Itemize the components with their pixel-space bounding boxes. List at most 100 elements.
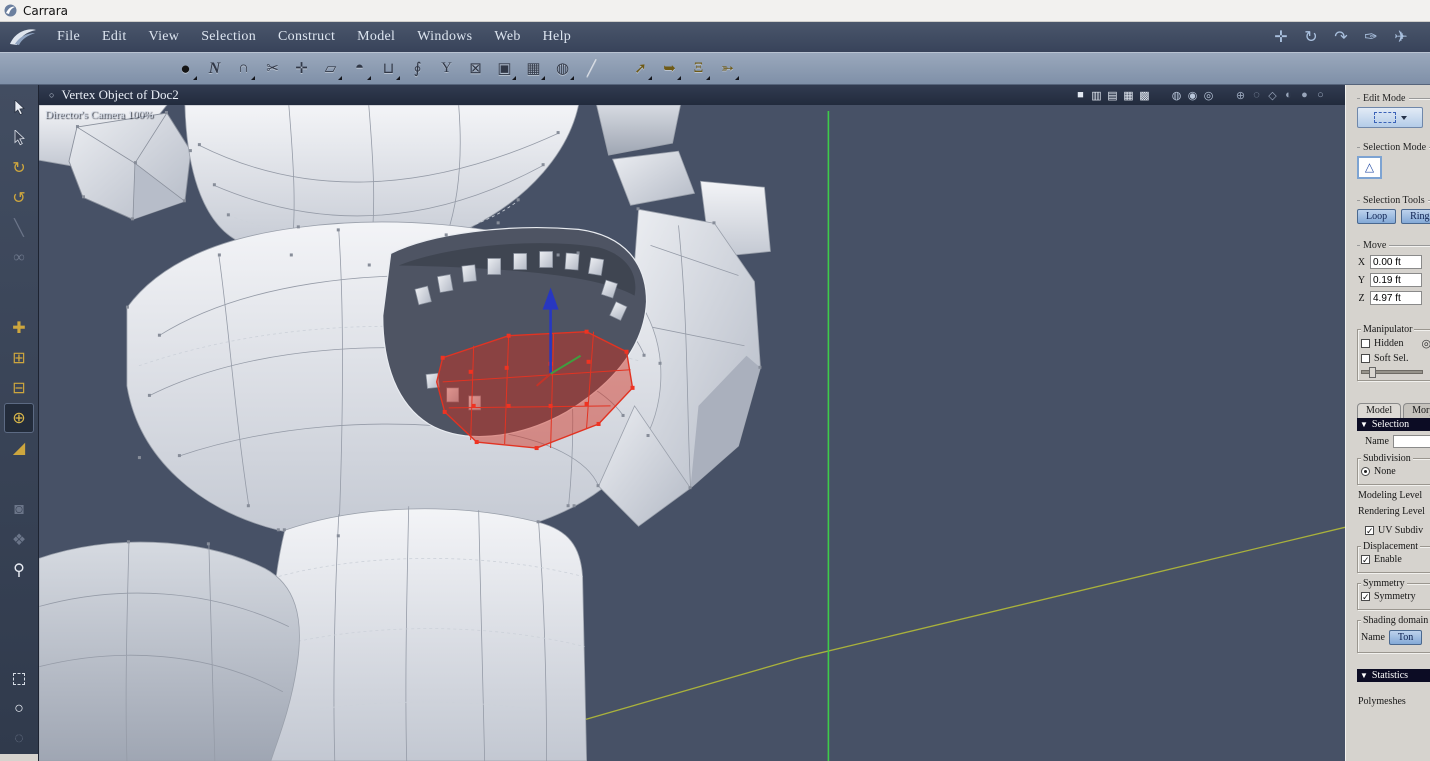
wrap-tool-icon[interactable]: ▦ (520, 56, 547, 82)
slider-thumb[interactable] (1369, 367, 1376, 378)
soft-sel-checkbox[interactable] (1361, 354, 1370, 363)
twist-tool-icon[interactable]: ∮ (404, 56, 431, 82)
split-rows-view-icon[interactable]: ▤ (1106, 89, 1119, 102)
rotate-tool-icon[interactable]: ↻ (4, 153, 34, 183)
camera-pan-icon[interactable]: ✛ (1266, 27, 1296, 47)
scale-tool-icon[interactable]: ⊞ (4, 343, 34, 373)
camera-glide-icon[interactable]: ✈ (1386, 27, 1416, 47)
symmetry-group: Symmetry ✓ Symmetry (1357, 578, 1430, 610)
menu-construct[interactable]: Construct (267, 29, 346, 45)
flip-tool-icon[interactable]: ➥ (656, 56, 683, 82)
menu-view[interactable]: View (138, 29, 191, 45)
menu-windows[interactable]: Windows (406, 29, 483, 45)
globe-outline-icon[interactable]: ◎ (1202, 89, 1215, 102)
globe-wire-icon[interactable]: ◍ (1170, 89, 1183, 102)
target-mode-icon[interactable]: ⊕ (1234, 89, 1247, 102)
sphere-light-mode-icon[interactable]: ○ (1314, 89, 1327, 101)
dome-tool-icon[interactable]: ◓ (346, 56, 373, 82)
selection-section-bar[interactable]: ▼ Selection (1357, 418, 1430, 431)
globe-shaded-icon[interactable]: ◉ (1186, 89, 1199, 102)
none-radio[interactable] (1361, 467, 1370, 476)
split-two-view-icon[interactable]: ▥ (1090, 89, 1103, 102)
symmetry-checkbox[interactable]: ✓ (1361, 592, 1370, 602)
tab-morph[interactable]: Morph (1403, 403, 1430, 418)
camera-orbit-icon[interactable]: ↻ (1296, 27, 1326, 47)
loop-button[interactable]: Loop (1357, 209, 1397, 224)
shear-tool-icon[interactable]: ⊟ (4, 373, 34, 403)
window-title: Carrara (23, 3, 69, 18)
ramp-tool-icon[interactable]: ◢ (4, 433, 34, 463)
marquee-select-icon[interactable] (4, 664, 34, 694)
dropdown-arrow-icon (1400, 115, 1407, 120)
pick-tool-icon[interactable]: ╲ (4, 213, 34, 243)
soft-sel-slider[interactable] (1361, 367, 1423, 378)
half-sphere-mode-icon[interactable]: ◐ (1282, 89, 1295, 101)
none-label: None (1374, 466, 1396, 477)
polyline-tool-icon[interactable]: N (201, 56, 228, 82)
zoom-tool-icon[interactable]: ⚲ (4, 555, 34, 585)
taper-tool-icon[interactable]: Ξ (685, 56, 712, 82)
menu-model[interactable]: Model (346, 29, 406, 45)
magnet-tool-icon[interactable]: ∩ (230, 56, 257, 82)
menu-help[interactable]: Help (532, 29, 582, 45)
viewport-header[interactable]: ○ Vertex Object of Doc2 ■ ▥ ▤ ▦ ▩ ◍ ◉ ◎ … (39, 85, 1345, 105)
universal-manipulator-icon[interactable]: ⊕ (4, 402, 34, 433)
ring-button[interactable]: Ring (1401, 209, 1430, 224)
manipulator-sphere-icon[interactable]: ◎ (1421, 337, 1430, 350)
uv-subdiv-checkbox[interactable]: ✓ (1365, 526, 1374, 536)
shading-domain-button[interactable]: Ton (1388, 630, 1423, 645)
split-grid-view-icon[interactable]: ▩ (1138, 89, 1151, 102)
menu-web[interactable]: Web (483, 29, 531, 45)
hand-tool-icon[interactable]: ❖ (4, 525, 34, 555)
camera-track-icon[interactable]: ✑ (1356, 27, 1386, 47)
displacement-group: Displacement ✓ Enable (1357, 541, 1430, 573)
lasso-select-icon[interactable]: ○ (4, 694, 34, 724)
scissors-tool-icon[interactable]: ✂ (259, 56, 286, 82)
polygon-tool-icon[interactable]: ▱ (317, 56, 344, 82)
selection-mode-button[interactable]: △ (1357, 156, 1382, 179)
select-tool-icon[interactable] (4, 93, 34, 123)
name-label: Name (1365, 436, 1389, 447)
sphere-tool-icon[interactable]: ● (172, 56, 199, 82)
single-view-icon[interactable]: ■ (1074, 89, 1087, 101)
menu-file[interactable]: File (46, 29, 91, 45)
sculpt-tool-icon[interactable]: ➳ (714, 56, 741, 82)
spin-tool-icon[interactable]: ↺ (4, 183, 34, 213)
menu-selection[interactable]: Selection (190, 29, 267, 45)
split-four-view-icon[interactable]: ▦ (1122, 89, 1135, 102)
move-y-row: Y (1357, 273, 1430, 287)
statistics-section-label: Statistics (1371, 670, 1409, 681)
cube-mode-icon[interactable]: ◇ (1266, 89, 1279, 102)
deform-tool-icon[interactable]: ➚ (627, 56, 654, 82)
stack-tool-icon[interactable]: ▣ (491, 56, 518, 82)
menu-edit[interactable]: Edit (91, 29, 138, 45)
move-x-input[interactable] (1370, 255, 1422, 269)
lathe-tool-icon[interactable]: Y (433, 56, 460, 82)
move-y-input[interactable] (1370, 273, 1422, 287)
viewport-canvas[interactable]: Director's Camera 100% (39, 105, 1345, 761)
panel-resize-gutter[interactable] (1345, 85, 1353, 761)
edge-line-tool-icon[interactable]: ╱ (578, 56, 605, 82)
sphere-solid-mode-icon[interactable]: ● (1298, 89, 1311, 101)
dashed-circle-mode-icon[interactable]: ◌ (1250, 89, 1263, 101)
smooth-tool-icon[interactable]: ◍ (549, 56, 576, 82)
enable-checkbox[interactable]: ✓ (1361, 555, 1370, 565)
link-tool-icon[interactable]: ∞ (4, 243, 34, 273)
delete-face-tool-icon[interactable]: ⊠ (462, 56, 489, 82)
camera-tool-icon[interactable]: ◙ (4, 495, 34, 525)
tab-model[interactable]: Model (1357, 403, 1402, 418)
name-input[interactable] (1392, 435, 1430, 448)
camera-bank-icon[interactable]: ↷ (1326, 27, 1356, 47)
weld-tool-icon[interactable]: ✛ (288, 56, 315, 82)
statistics-section-bar[interactable]: ▼ Statistics (1357, 669, 1430, 682)
paint-select-icon[interactable]: ◌ (4, 724, 34, 754)
modeling-toolbar: ● N ∩ ✂ ✛ ▱ ◓ ⊔ ∮ Y ⊠ ▣ ▦ ◍ ╱ ➚ ➥ Ξ ➳ (0, 52, 1430, 85)
symmetry-label: Symmetry (1361, 578, 1407, 589)
move-tool-icon[interactable]: ✚ (4, 313, 34, 343)
extrude-tool-icon[interactable]: ⊔ (375, 56, 402, 82)
direct-select-tool-icon[interactable] (4, 123, 34, 153)
edit-mode-button[interactable] (1357, 107, 1423, 128)
hidden-checkbox[interactable] (1361, 339, 1370, 348)
selection-section-label: Selection (1371, 419, 1410, 430)
move-z-input[interactable] (1370, 291, 1422, 305)
